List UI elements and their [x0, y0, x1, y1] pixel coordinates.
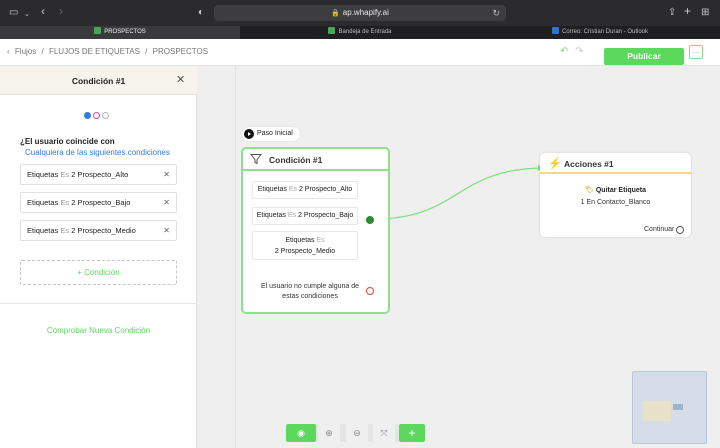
start-step-pill[interactable]: Paso Inicial — [242, 127, 300, 141]
condition-node-header: Condición #1 — [243, 149, 388, 171]
start-step-label: Paso Inicial — [257, 130, 293, 137]
action-node-title: Acciones #1 — [564, 159, 614, 169]
fit-view-button[interactable]: ⤧ — [373, 424, 395, 442]
fit-icon: ⤧ — [380, 428, 388, 438]
fail-condition-text: El usuario no cumple alguna de estas con… — [260, 282, 360, 302]
fail-text-line: estas condiciones — [282, 293, 338, 300]
condition-node-title: Condición #1 — [269, 155, 323, 165]
fail-output-port[interactable] — [366, 287, 374, 295]
pill-operator: Es — [288, 186, 298, 193]
eye-icon: ◉ — [297, 428, 305, 438]
preview-button[interactable]: ◉ — [286, 424, 316, 442]
success-output-port[interactable] — [366, 216, 374, 224]
pill-field: Etiquetas — [285, 237, 315, 244]
minimap-node — [673, 404, 683, 410]
pill-value: 2 Prospecto_Medio — [274, 248, 336, 255]
zoom-in-button[interactable]: ⊕ — [318, 424, 340, 442]
pill-field: Etiquetas — [257, 186, 287, 193]
lightning-icon: ⚡ — [548, 158, 562, 170]
zoom-out-button[interactable]: ⊖ — [346, 424, 368, 442]
zoom-out-icon: ⊖ — [353, 428, 361, 438]
filter-icon — [250, 154, 262, 165]
condition-pill[interactable]: Etiquetas Es 2 Prospecto_Alto — [252, 181, 358, 199]
tag-icon: 🏷 — [584, 187, 594, 194]
add-step-button[interactable]: + — [399, 424, 425, 442]
add-icon: + — [408, 426, 416, 440]
action-node[interactable]: ⚡ Acciones #1 🏷 Quitar Etiqueta 1 En Cont… — [540, 153, 691, 237]
pill-field: Etiquetas — [256, 212, 286, 219]
fail-text-line: El usuario no cumple alguna de — [260, 283, 360, 290]
continue-output-port[interactable] — [676, 226, 684, 234]
action-name-label: Quitar Etiqueta — [595, 187, 647, 194]
zoom-in-icon: ⊕ — [325, 428, 333, 438]
continue-label: Continuar — [644, 226, 675, 233]
play-icon — [244, 129, 254, 139]
action-name: 🏷 Quitar Etiqueta — [540, 186, 691, 194]
minimap[interactable] — [632, 371, 707, 444]
condition-pill[interactable]: Etiquetas Es 2 Prospecto_Medio — [252, 231, 358, 260]
pill-operator: Es — [316, 237, 325, 244]
pill-operator: Es — [287, 212, 297, 219]
action-node-header: ⚡ Acciones #1 — [540, 153, 691, 174]
pill-value: 2 Prospecto_Alto — [298, 186, 353, 193]
pill-value: 2 Prospecto_Bajo — [298, 212, 354, 219]
action-detail: 1 En Contacto_Blanco — [580, 199, 651, 206]
minimap-viewport — [643, 401, 671, 421]
condition-pill[interactable]: Etiquetas Es 2 Prospecto_Bajo — [252, 207, 358, 225]
